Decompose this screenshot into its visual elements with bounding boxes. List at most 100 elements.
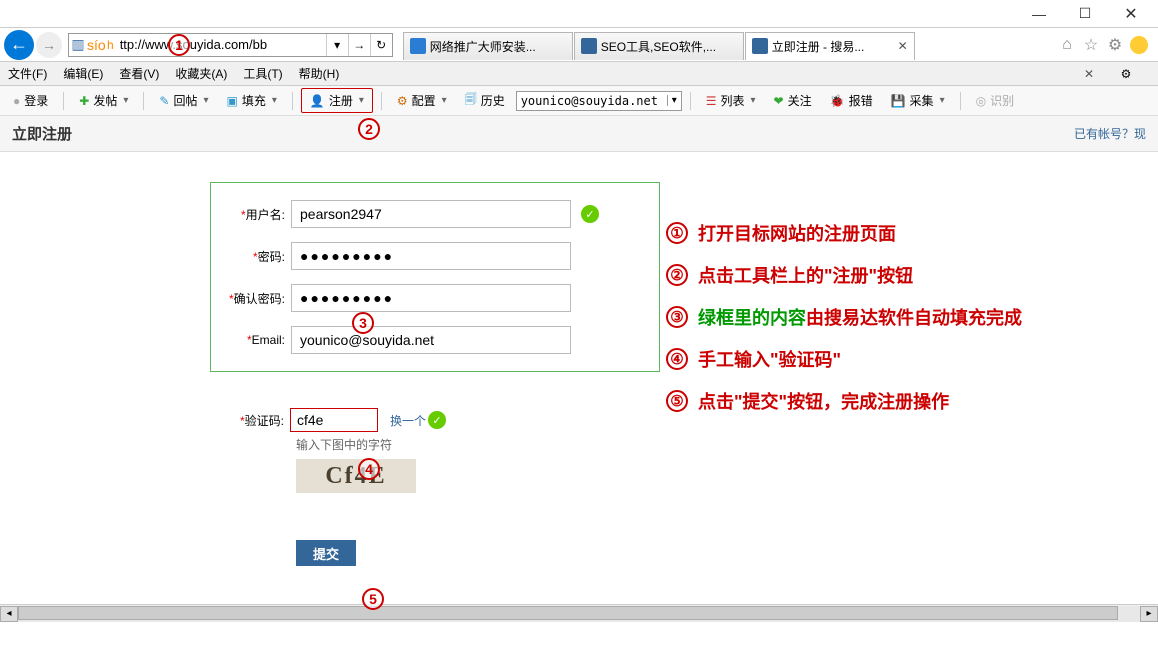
addr-refresh[interactable]: ↻: [370, 34, 392, 56]
history-button[interactable]: 🗐历史: [458, 86, 512, 115]
username-label: *用户名:: [211, 206, 291, 223]
annotation-circle-5: 5: [362, 588, 384, 610]
confirm-input[interactable]: [291, 284, 571, 312]
lock-icon: h: [105, 38, 116, 52]
annotation-circle-3: 3: [352, 312, 374, 334]
email-label: *Email:: [211, 333, 291, 347]
gear-icon[interactable]: ⚙: [1106, 36, 1124, 54]
browser-tabs: 网络推广大师安装... SEO工具,SEO软件,... 立即注册 - 搜易...…: [403, 30, 916, 60]
tab-label: 立即注册 - 搜易...: [772, 38, 865, 55]
nav-back-button[interactable]: ←: [4, 30, 34, 60]
captcha-tip: 输入下图中的字符: [296, 436, 660, 453]
recognize-button[interactable]: ◎识别: [969, 88, 1022, 113]
instruction-3: ③绿框里的内容由搜易达软件自动填充完成: [666, 304, 1022, 330]
menu-view[interactable]: 查看(V): [119, 65, 159, 82]
bug-button[interactable]: 🐞报错: [823, 88, 880, 113]
form-row-username: *用户名: ✓: [211, 193, 659, 235]
instruction-4: ④手工输入"验证码": [666, 346, 1022, 372]
submit-button[interactable]: 提交: [296, 540, 356, 566]
instruction-5: ⑤点击"提交"按钮，完成注册操作: [666, 388, 1022, 414]
window-close[interactable]: ✕: [1108, 0, 1154, 28]
captcha-refresh-link[interactable]: 换一个: [390, 412, 426, 429]
annotation-circle-4: 4: [358, 458, 380, 480]
nav-right-icons: ⌂ ☆ ⚙: [1058, 36, 1154, 54]
menu-help[interactable]: 帮助(H): [299, 65, 340, 82]
scroll-left-icon[interactable]: ◂: [0, 606, 18, 622]
annotation-circle-2: 2: [358, 118, 380, 140]
scroll-right-icon[interactable]: ▸: [1140, 606, 1158, 622]
password-input[interactable]: [291, 242, 571, 270]
tab-label: SEO工具,SEO软件,...: [601, 38, 716, 55]
window-minimize[interactable]: —: [1016, 0, 1062, 28]
username-input[interactable]: [291, 200, 571, 228]
instruction-panel: ①打开目标网站的注册页面 ②点击工具栏上的"注册"按钮 ③绿框里的内容由搜易达软…: [666, 220, 1022, 430]
page-title: 立即注册: [12, 123, 72, 144]
check-icon: ✓: [428, 411, 446, 429]
tab-label: 网络推广大师安装...: [430, 38, 536, 55]
menu-file[interactable]: 文件(F): [8, 65, 47, 82]
password-label: *密码:: [211, 248, 291, 265]
browser-tab[interactable]: 立即注册 - 搜易... ✕: [745, 32, 915, 60]
menu-edit[interactable]: 编辑(E): [63, 65, 103, 82]
separator: [960, 92, 961, 110]
menu-favorites[interactable]: 收藏夹(A): [175, 65, 227, 82]
favicon-icon: sío: [87, 37, 105, 53]
settings-gear-icon[interactable]: ⚙: [1118, 66, 1134, 82]
login-link[interactable]: 已有帐号？现: [1074, 125, 1146, 142]
email-input[interactable]: [517, 94, 667, 108]
menu-bar: 文件(F) 编辑(E) 查看(V) 收藏夹(A) 工具(T) 帮助(H) ✕ ⚙: [0, 62, 1158, 86]
addr-dropdown[interactable]: ▾: [326, 34, 348, 56]
menu-close-icon[interactable]: ✕: [1084, 67, 1094, 81]
instruction-2: ②点击工具栏上的"注册"按钮: [666, 262, 1022, 288]
annotation-circle-1: 1: [168, 34, 190, 56]
email-input-field[interactable]: [291, 326, 571, 354]
separator: [292, 92, 293, 110]
page-header: 立即注册 已有帐号？现: [0, 116, 1158, 152]
app-toolbar: ●登录 ✚发帖▾ ✎回帖▾ ▣填充▾ 👤注册▾ ⚙配置▾ 🗐历史 ▾ ☰列表▾ …: [0, 86, 1158, 116]
form-row-email: *Email:: [211, 319, 659, 361]
autofill-box: *用户名: ✓ *密码: *确认密码: *Email:: [210, 182, 660, 372]
check-icon: ✓: [581, 205, 599, 223]
captcha-label: *验证码:: [210, 412, 290, 429]
login-button[interactable]: ●登录: [6, 88, 55, 113]
smiley-icon[interactable]: [1130, 36, 1148, 54]
register-form: *用户名: ✓ *密码: *确认密码: *Email:: [210, 182, 660, 372]
home-icon[interactable]: ⌂: [1058, 36, 1076, 54]
addr-go[interactable]: →: [348, 34, 370, 56]
nav-forward-button[interactable]: →: [36, 32, 62, 58]
captcha-input[interactable]: [290, 408, 378, 432]
url-input[interactable]: [116, 34, 326, 56]
register-button[interactable]: 👤注册▾: [301, 88, 373, 113]
separator: [143, 92, 144, 110]
site-icon: ▥: [69, 36, 87, 53]
tab-favicon-icon: [581, 38, 597, 54]
captcha-group: *验证码: 换一个 ✓ 输入下图中的字符 Cf4E: [210, 408, 660, 493]
separator: [690, 92, 691, 110]
form-row-password: *密码:: [211, 235, 659, 277]
email-select[interactable]: ▾: [516, 91, 682, 111]
list-button[interactable]: ☰列表▾: [699, 88, 763, 113]
collect-button[interactable]: 💾采集▾: [884, 88, 952, 113]
scroll-track[interactable]: [18, 606, 1140, 622]
post-button[interactable]: ✚发帖▾: [72, 88, 135, 113]
fill-button[interactable]: ▣填充▾: [219, 88, 283, 113]
menu-tools[interactable]: 工具(T): [243, 65, 282, 82]
email-dropdown-icon[interactable]: ▾: [667, 95, 681, 106]
separator: [381, 92, 382, 110]
window-maximize[interactable]: ☐: [1062, 0, 1108, 28]
reply-button[interactable]: ✎回帖▾: [152, 88, 215, 113]
form-row-confirm: *确认密码:: [211, 277, 659, 319]
scroll-thumb[interactable]: [18, 606, 1118, 620]
captcha-image[interactable]: Cf4E: [296, 459, 416, 493]
tab-favicon-icon: [752, 38, 768, 54]
follow-button[interactable]: ❤关注: [767, 88, 819, 113]
horizontal-scrollbar[interactable]: ◂ ▸: [0, 604, 1158, 622]
instruction-1: ①打开目标网站的注册页面: [666, 220, 1022, 246]
tab-favicon-icon: [410, 38, 426, 54]
tab-close-icon[interactable]: ✕: [898, 39, 908, 53]
browser-tab[interactable]: 网络推广大师安装...: [403, 32, 573, 60]
browser-tab[interactable]: SEO工具,SEO软件,...: [574, 32, 744, 60]
address-bar[interactable]: ▥ sío h ▾ → ↻: [68, 33, 393, 57]
config-button[interactable]: ⚙配置▾: [390, 88, 454, 113]
star-icon[interactable]: ☆: [1082, 36, 1100, 54]
